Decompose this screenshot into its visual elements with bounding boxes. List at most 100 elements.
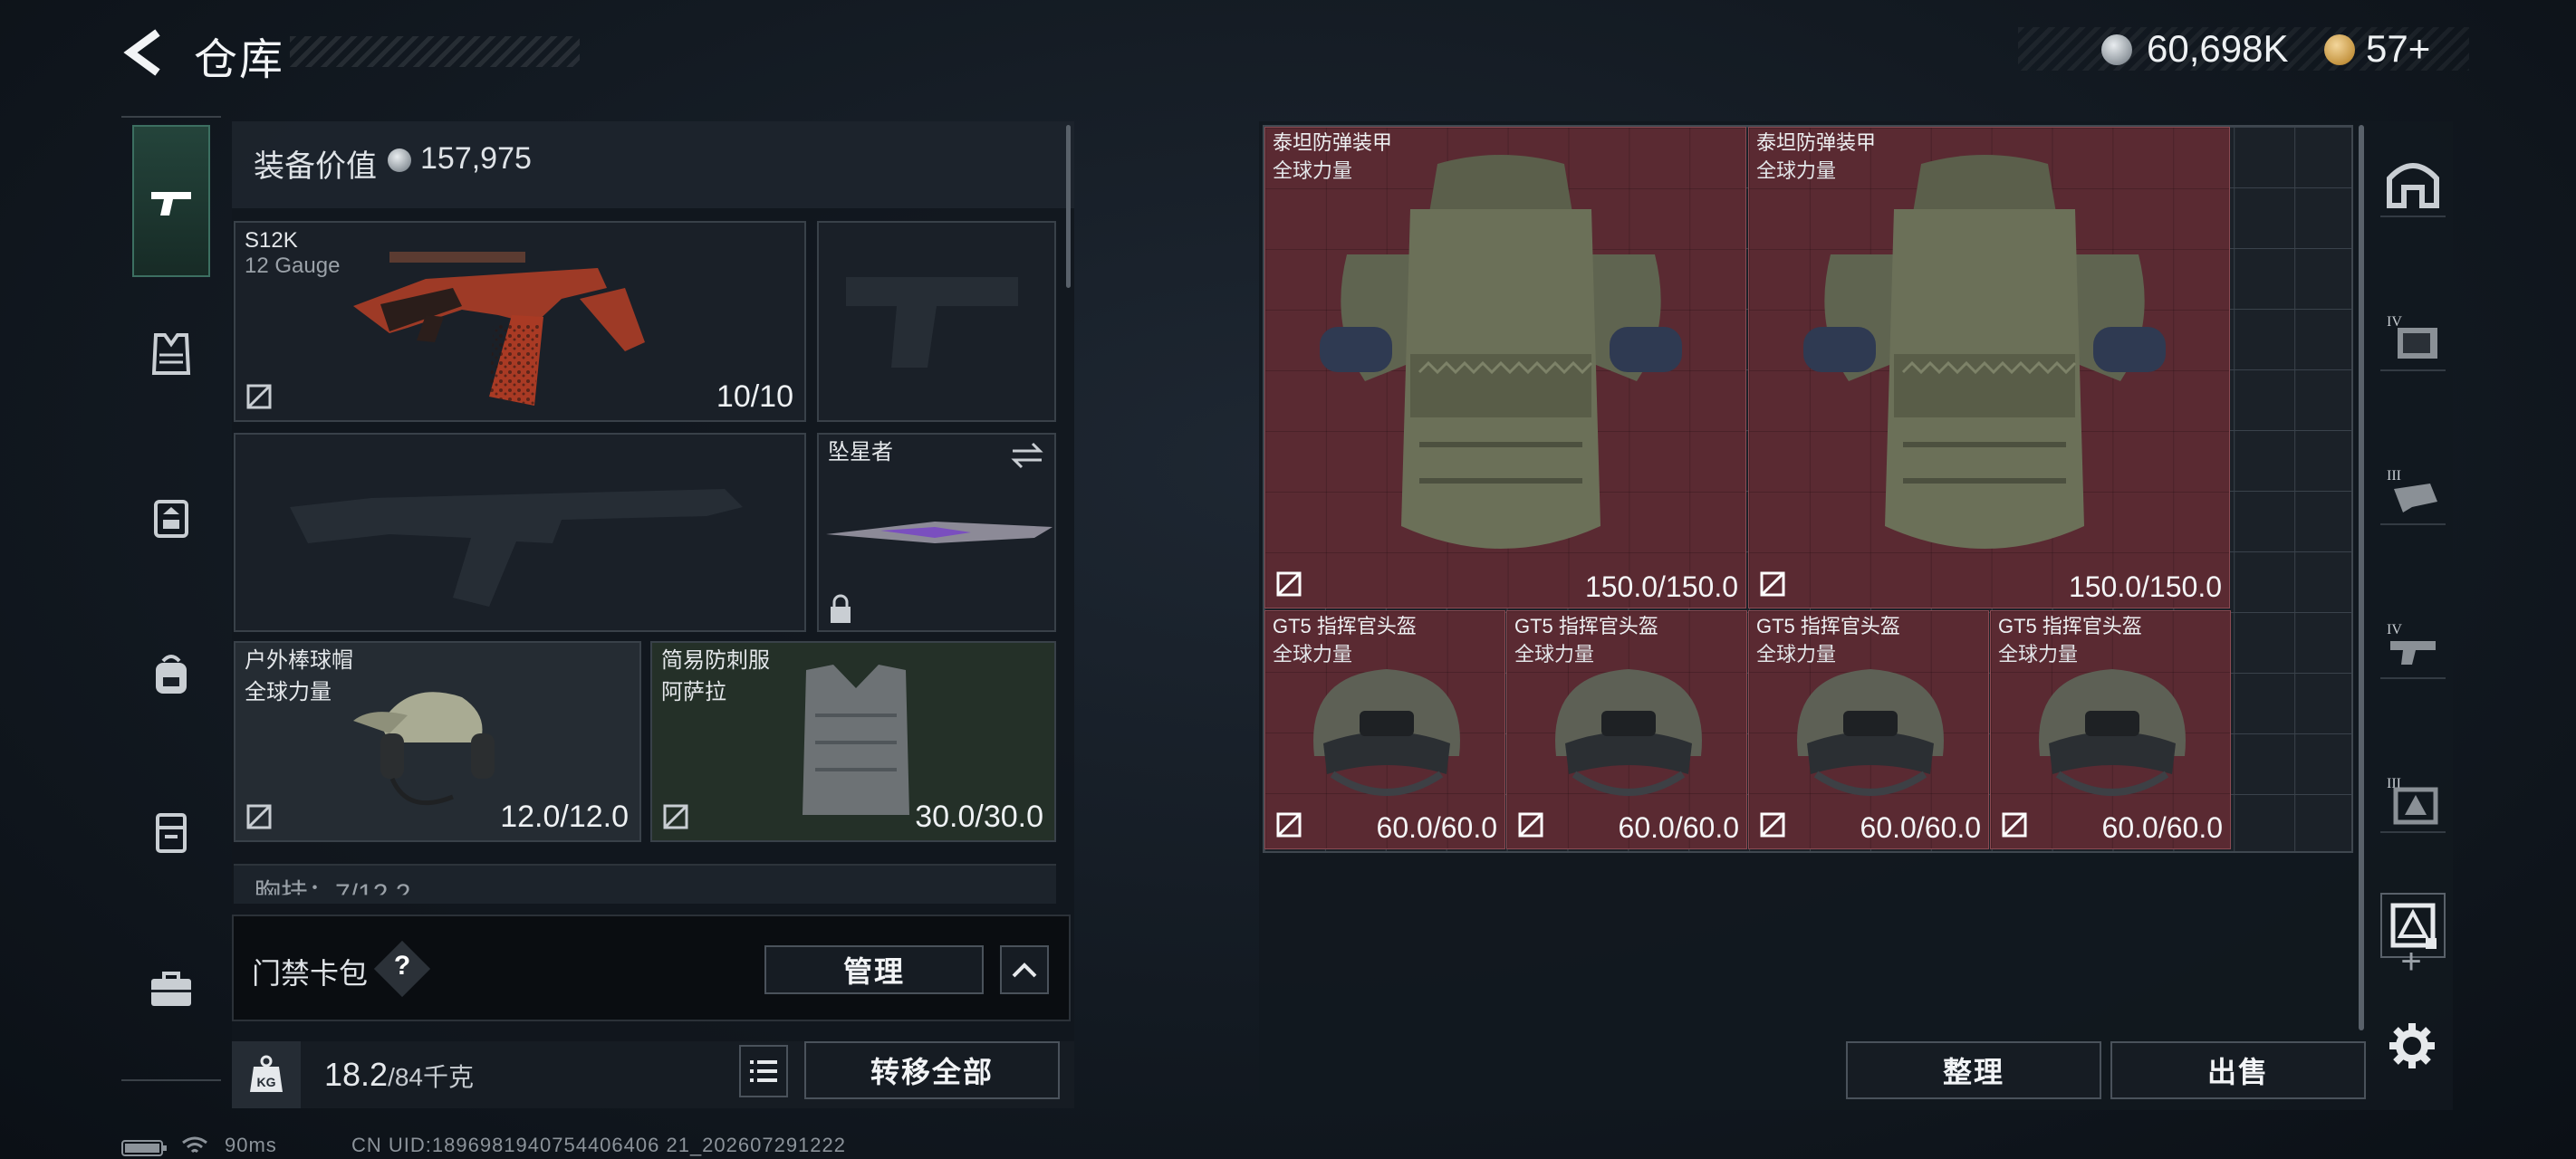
settings-icon[interactable] (2388, 1021, 2437, 1070)
sell-button[interactable]: 出售 (2110, 1041, 2366, 1099)
stash-home-icon (2387, 163, 2439, 208)
stash-item-helmet[interactable]: GT5 指挥官头盔 全球力量 60.0/60.0 (1748, 610, 1989, 849)
tab-iv-a[interactable]: IV (2380, 306, 2446, 371)
container-icon (156, 813, 187, 853)
gt5-helmet-image (1313, 669, 1460, 796)
add-tab-icon[interactable]: + (2393, 942, 2429, 982)
melee-name: 坠星者 (828, 440, 893, 465)
tab-iii-a[interactable]: III (2380, 460, 2446, 525)
tab-iv-b-icon: IV (2387, 622, 2436, 665)
melee-slot[interactable]: 坠星者 (817, 433, 1056, 632)
page-title: 仓库 (194, 36, 285, 84)
pistol-slot[interactable] (817, 221, 1056, 422)
category-rig[interactable] (132, 478, 210, 556)
svg-text:KG: KG (257, 1075, 276, 1089)
tab-iv-b[interactable]: IV (2380, 614, 2446, 679)
weapons-icon (151, 192, 191, 216)
s12k-shotgun-image (353, 252, 645, 406)
back-arrow-icon[interactable] (118, 25, 172, 80)
title-decoration (290, 36, 580, 67)
item-durability: 60.0/60.0 (1376, 811, 1497, 844)
armor-brand: 阿萨拉 (661, 680, 726, 704)
stash-scrollbar[interactable] (2359, 125, 2364, 1030)
stash-item-helmet[interactable]: GT5 指挥官头盔 全球力量 60.0/60.0 (1990, 610, 2231, 849)
item-name: GT5 指挥官头盔 (1998, 615, 2142, 637)
no-insurance-icon (2002, 812, 2027, 838)
helmet-name: 户外棒球帽 (245, 648, 353, 673)
armor-name: 简易防刺服 (661, 648, 770, 673)
tab-iii-a-icon: III (2387, 468, 2437, 512)
stash-tab-bar: IV III IV III (2373, 125, 2453, 994)
weapon-name: S12K (245, 228, 298, 253)
titan-armor-image (1803, 155, 2166, 549)
weight-max: /84千克 (388, 1063, 475, 1091)
rifle-placeholder-icon (290, 489, 743, 607)
helmet-slot[interactable]: 户外棒球帽 全球力量 12.0/12.0 (234, 641, 641, 842)
primary-weapon-slot[interactable]: S12K 12 Gauge 10/10 (234, 221, 806, 422)
secondary-weapon-slot[interactable] (234, 433, 806, 632)
tab-iii-b-icon: III (2387, 776, 2438, 825)
wifi-icon (182, 1136, 207, 1154)
toolbox-icon (151, 972, 191, 1006)
help-icon[interactable]: ? (389, 951, 415, 982)
battery-icon (121, 1140, 167, 1156)
svg-text:IV: IV (2387, 314, 2402, 330)
stash-item-armor[interactable]: 泰坦防弹装甲 全球力量 150.0/150.0 (1264, 127, 1746, 608)
swap-icon[interactable] (1009, 440, 1045, 471)
category-armor[interactable] (132, 315, 210, 393)
weight-current: 18.2 (324, 1056, 389, 1093)
item-durability: 60.0/60.0 (1860, 811, 1981, 844)
sort-button[interactable]: 整理 (1846, 1041, 2101, 1099)
svg-text:IV: IV (2387, 622, 2402, 637)
list-icon (750, 1060, 777, 1082)
gt5-helmet-image (1797, 669, 1944, 796)
stash-item-armor[interactable]: 泰坦防弹装甲 全球力量 150.0/150.0 (1748, 127, 2230, 608)
token-amount[interactable]: 57+ (2366, 27, 2430, 71)
backpack-icon (156, 655, 187, 694)
no-insurance-icon (246, 804, 272, 829)
item-name: GT5 指挥官头盔 (1756, 615, 1900, 637)
tab-iii-b[interactable]: III (2380, 768, 2446, 833)
lock-icon (831, 594, 851, 623)
item-durability: 60.0/60.0 (1618, 811, 1739, 844)
titan-armor-image (1320, 155, 1682, 549)
armor-durability: 30.0/30.0 (915, 800, 1043, 834)
category-weapons[interactable] (132, 125, 210, 277)
silver-coin-icon (2101, 34, 2132, 65)
loadout-scrollbar[interactable] (1066, 125, 1071, 288)
no-insurance-icon (1518, 812, 1543, 838)
category-container[interactable] (132, 793, 210, 871)
weight-icon-box: KG (232, 1041, 301, 1108)
stash-item-helmet[interactable]: GT5 指挥官头盔 全球力量 60.0/60.0 (1506, 610, 1747, 849)
item-name: GT5 指挥官头盔 (1273, 615, 1417, 637)
item-durability: 150.0/150.0 (1584, 570, 1738, 603)
stab-vest-image (803, 665, 909, 815)
money-amount: 60,698K (2147, 27, 2289, 70)
category-backpack[interactable] (132, 636, 210, 714)
item-durability: 60.0/60.0 (2101, 811, 2223, 844)
ping-readout: 90ms (225, 1134, 277, 1156)
weight-kg-icon: KG (250, 1055, 283, 1092)
weight-readout: 18.2/84千克 (324, 1056, 474, 1094)
transfer-all-button[interactable]: 转移全部 (804, 1041, 1060, 1099)
tab-stash-home[interactable] (2380, 152, 2446, 217)
no-insurance-icon (1276, 571, 1302, 597)
loadout-value: 157,975 (420, 141, 532, 176)
no-insurance-icon (1276, 812, 1302, 838)
list-view-button[interactable] (739, 1045, 788, 1097)
collapse-button[interactable] (1000, 945, 1049, 994)
stash-item-helmet[interactable]: GT5 指挥官头盔 全球力量 60.0/60.0 (1264, 610, 1505, 849)
keycard-pack-label: 门禁卡包 (252, 957, 369, 990)
gold-coin-icon (2324, 34, 2355, 65)
no-insurance-icon (663, 804, 688, 829)
armor-slot[interactable]: 简易防刺服 阿萨拉 30.0/30.0 (650, 641, 1056, 842)
svg-text:III: III (2387, 468, 2401, 484)
weapon-caliber: 12 Gauge (245, 254, 341, 278)
manage-button[interactable]: 管理 (764, 945, 984, 994)
category-sidebar (121, 116, 221, 1081)
category-toolbox[interactable] (132, 951, 210, 1029)
silver-coin-icon (388, 148, 411, 172)
no-insurance-icon (1760, 571, 1785, 597)
no-insurance-icon (246, 384, 272, 409)
rig-icon (154, 500, 188, 538)
